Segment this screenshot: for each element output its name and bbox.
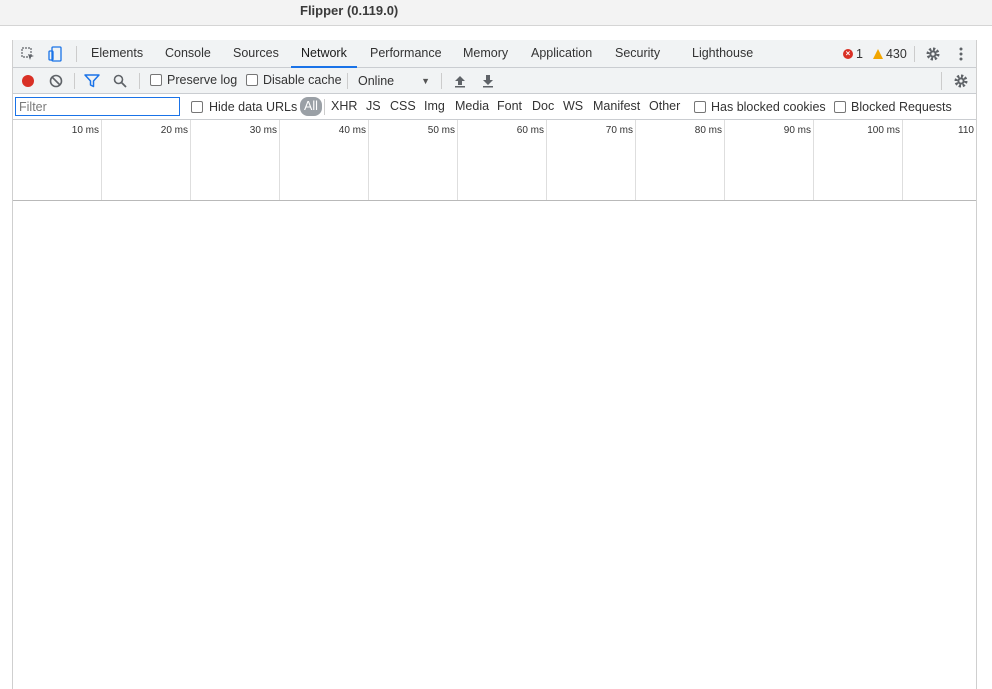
filter-type-css[interactable]: CSS	[388, 97, 418, 116]
error-icon: ×	[843, 49, 853, 59]
tabbar-separator	[76, 46, 77, 62]
inspect-element-icon[interactable]	[19, 45, 37, 63]
filter-type-ws[interactable]: WS	[561, 97, 585, 116]
network-overview-timeline[interactable]: 10 ms 20 ms 30 ms 40 ms 50 ms 60 ms 70 m…	[13, 120, 976, 201]
filter-input[interactable]	[15, 97, 180, 116]
preserve-log-checkbox[interactable]	[150, 74, 162, 86]
network-filterbar: Hide data URLs All XHR JS CSS Img Media …	[13, 94, 976, 120]
tab-elements[interactable]: Elements	[81, 40, 153, 68]
tabbar-separator	[914, 46, 915, 62]
toolbar-separator	[74, 73, 75, 89]
preserve-log-label: Preserve log	[167, 73, 238, 87]
filter-type-font[interactable]: Font	[495, 97, 524, 116]
tab-performance[interactable]: Performance	[360, 40, 452, 68]
timeline-tick: 60 ms	[458, 120, 547, 200]
filter-type-other[interactable]: Other	[647, 97, 682, 116]
tab-lighthouse[interactable]: Lighthouse	[682, 40, 763, 68]
timeline-tick: 40 ms	[280, 120, 369, 200]
device-toolbar-icon[interactable]	[46, 45, 64, 63]
blocked-requests-label: Blocked Requests	[851, 100, 952, 114]
timeline-tick: 20 ms	[102, 120, 191, 200]
tab-network[interactable]: Network	[291, 40, 357, 68]
filter-type-js[interactable]: JS	[364, 97, 383, 116]
filter-type-manifest[interactable]: Manifest	[591, 97, 642, 116]
record-icon[interactable]	[19, 72, 37, 90]
tab-application[interactable]: Application	[521, 40, 602, 68]
tab-sources[interactable]: Sources	[223, 40, 289, 68]
blocked-requests-checkbox[interactable]	[834, 101, 846, 113]
warning-count: 430	[885, 46, 907, 61]
hide-data-urls-label: Hide data URLs	[209, 100, 298, 114]
filterbar-separator	[324, 99, 325, 115]
toolbar-separator	[139, 73, 140, 89]
filter-type-img[interactable]: Img	[422, 97, 447, 116]
timeline-tick: 70 ms	[547, 120, 636, 200]
issue-counts[interactable]: × 1 430	[843, 40, 907, 68]
filter-type-doc[interactable]: Doc	[530, 97, 556, 116]
throttling-select[interactable]: Online ▼	[358, 71, 430, 91]
tab-security[interactable]: Security	[605, 40, 670, 68]
import-har-icon[interactable]	[451, 72, 469, 90]
timeline-tick: 50 ms	[369, 120, 458, 200]
timeline-tick: 110	[958, 125, 974, 136]
toolbar-separator	[441, 73, 442, 89]
toolbar-separator	[347, 73, 348, 89]
timeline-tick: 80 ms	[636, 120, 725, 200]
filter-icon[interactable]	[83, 72, 101, 90]
chevron-down-icon: ▼	[421, 76, 430, 86]
timeline-tick: 100 ms	[814, 120, 903, 200]
toolbar-separator	[941, 72, 942, 90]
devtools-panel: Elements Console Sources Network Perform…	[12, 40, 977, 689]
devtools-tabbar: Elements Console Sources Network Perform…	[13, 40, 976, 68]
error-count: 1	[856, 46, 863, 61]
window-titlebar: Flipper (0.119.0)	[0, 0, 992, 26]
has-blocked-cookies-label: Has blocked cookies	[711, 100, 826, 114]
export-har-icon[interactable]	[479, 72, 497, 90]
window-title: Flipper (0.119.0)	[300, 3, 399, 18]
timeline-tick: 90 ms	[725, 120, 814, 200]
has-blocked-cookies-checkbox[interactable]	[694, 101, 706, 113]
settings-gear-icon[interactable]	[924, 45, 942, 63]
network-settings-gear-icon[interactable]	[952, 72, 970, 90]
tab-console[interactable]: Console	[155, 40, 221, 68]
clear-icon[interactable]	[47, 72, 65, 90]
search-icon[interactable]	[111, 72, 129, 90]
filter-type-xhr[interactable]: XHR	[329, 97, 359, 116]
hide-data-urls-checkbox[interactable]	[191, 101, 203, 113]
network-requests-area	[13, 201, 976, 689]
warning-icon	[872, 49, 883, 59]
more-options-icon[interactable]	[952, 45, 970, 63]
network-toolbar: Preserve log Disable cache Online ▼	[13, 68, 976, 94]
disable-cache-checkbox[interactable]	[246, 74, 258, 86]
throttling-value: Online	[358, 74, 395, 88]
timeline-tick: 30 ms	[191, 120, 280, 200]
filter-type-media[interactable]: Media	[453, 97, 491, 116]
disable-cache-label: Disable cache	[263, 73, 342, 87]
filter-type-all[interactable]: All	[300, 97, 322, 116]
timeline-tick: 10 ms	[13, 120, 102, 200]
tab-memory[interactable]: Memory	[453, 40, 518, 68]
